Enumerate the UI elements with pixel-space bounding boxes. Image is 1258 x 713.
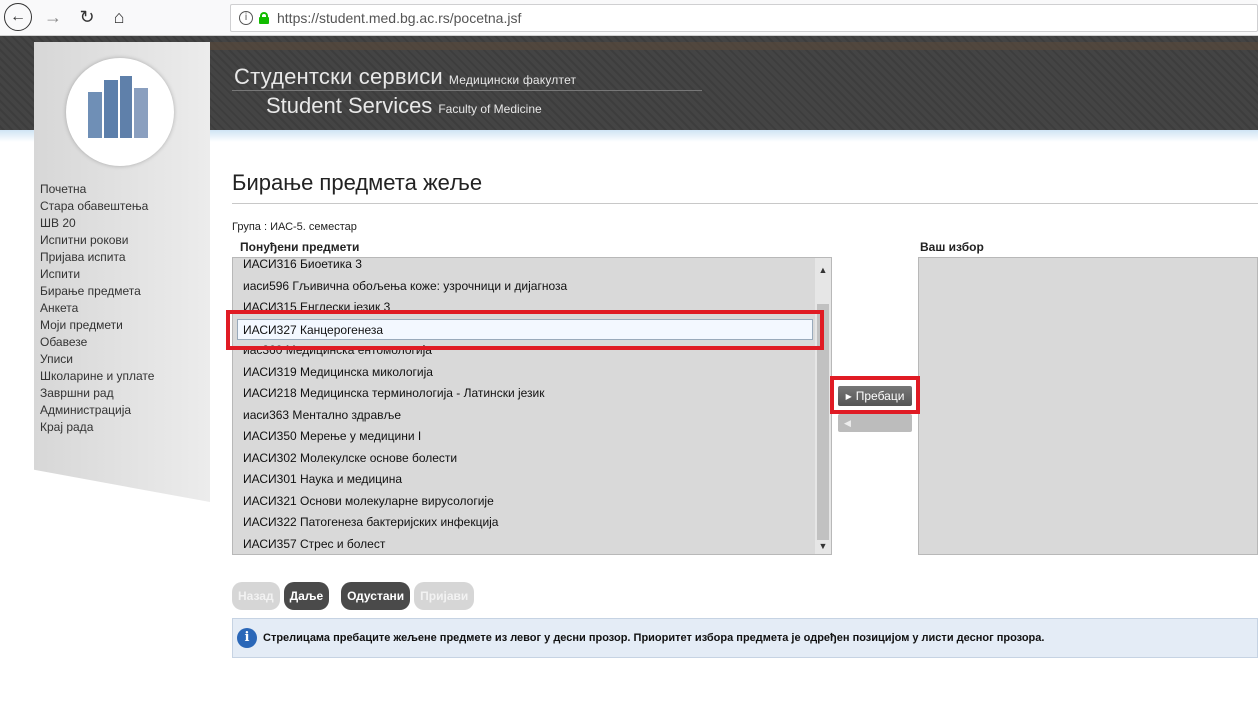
title-latin-sub: Faculty of Medicine [438,102,542,116]
sidebar-item-thesis[interactable]: Завршни рад [40,385,154,402]
title-cyrillic-sub: Медицински факултет [448,73,577,87]
back-button[interactable]: Назад [232,582,280,610]
wizard-buttons: Назад Даље Одустани Пријави [232,582,475,610]
selected-courses-list[interactable] [918,257,1258,555]
your-choice-label: Ваш избор [920,240,984,254]
logo-building-left [88,92,102,138]
list-item[interactable]: ИАСИ321 Основи молекуларне вирусологије [233,491,817,513]
sidebar-item-home[interactable]: Почетна [40,181,154,198]
list-item[interactable]: ИАСИ301 Наука и медицина [233,469,817,491]
offered-courses-label: Понуђени предмети [240,240,360,254]
logo-building-tower [120,76,132,138]
logo-building-center [104,80,118,138]
address-bar[interactable]: i https://student.med.bg.ac.rs/pocetna.j… [230,4,1258,32]
info-text: Стрелицама пребаците жељене предмете из … [263,632,1045,644]
sidebar-item-exam-registration[interactable]: Пријава испита [40,249,154,266]
site-title-cyrillic: Студентски сервиси Медицински факултет [234,64,576,90]
sidebar-item-sv20[interactable]: ШВ 20 [40,215,154,232]
highlight-selected-course [226,310,824,350]
list-scrollbar[interactable]: ▲ ▼ [815,258,831,554]
list-item[interactable]: иаси596 Гљивична обољења коже: узрочници… [233,276,817,298]
info-icon: i [237,628,257,648]
page-title: Бирање предмета жеље [232,170,483,195]
sidebar-item-survey[interactable]: Анкета [40,300,154,317]
title-latin-main: Student Services [266,93,433,118]
list-item[interactable]: иаси363 Ментално здравље [233,405,817,427]
scroll-up-icon[interactable]: ▲ [815,262,831,278]
sidebar-item-my-courses[interactable]: Моји предмети [40,317,154,334]
sidebar-item-exams[interactable]: Испити [40,266,154,283]
sidebar-item-obligations[interactable]: Обавезе [40,334,154,351]
sidebar-item-enrollments[interactable]: Уписи [40,351,154,368]
info-message: i Стрелицама пребаците жељене предмете и… [232,618,1258,658]
list-item[interactable]: ИАСИ357 Стрес и болест [233,534,817,555]
sidebar-item-tuition[interactable]: Школарине и уплате [40,368,154,385]
transfer-back-button[interactable]: ◀ [838,414,912,432]
group-label: Група : ИАС-5. семестар [232,221,357,233]
reload-icon[interactable]: ↻ [76,4,98,30]
lock-icon [259,12,269,24]
browser-toolbar: ← → ↻ ⌂ i https://student.med.bg.ac.rs/p… [0,0,1258,36]
submit-button[interactable]: Пријави [414,582,475,610]
faculty-logo [66,58,174,166]
list-item[interactable]: ИАСИ218 Медицинска терминологија - Латин… [233,383,817,405]
list-item[interactable]: ИАСИ350 Мерење у медицини I [233,426,817,448]
forward-arrow-icon[interactable]: → [42,4,64,30]
site-info-icon[interactable]: i [239,11,253,25]
scroll-down-icon[interactable]: ▼ [815,538,831,554]
logo-building-right [134,88,148,138]
sidebar-item-course-selection[interactable]: Бирање предмета [40,283,154,300]
sidebar-item-old-notices[interactable]: Стара обавештења [40,198,154,215]
offered-courses-list[interactable]: ИАСИ316 Биоетика 3 иаси596 Гљивична обоље… [232,257,832,555]
url-text[interactable]: https://student.med.bg.ac.rs/pocetna.jsf [277,10,521,26]
header-divider [232,90,702,91]
arrow-left-icon: ◀ [844,418,851,428]
home-icon[interactable]: ⌂ [108,4,130,30]
highlight-transfer-button [830,376,920,414]
sidebar-menu: Почетна Стара обавештења ШВ 20 Испитни р… [40,181,154,436]
offered-courses-items: ИАСИ316 Биоетика 3 иаси596 Гљивична обоље… [233,258,817,555]
list-item[interactable]: ИАСИ322 Патогенеза бактеријских инфекциј… [233,512,817,534]
list-item[interactable]: ИАСИ319 Медицинска микологија [233,362,817,384]
title-divider [232,203,1258,204]
header-accent-line [210,42,1258,50]
next-button[interactable]: Даље [283,582,330,610]
sidebar-item-administration[interactable]: Администрација [40,402,154,419]
sidebar-item-exam-periods[interactable]: Испитни рокови [40,232,154,249]
site-title-latin: Student Services Faculty of Medicine [266,93,542,119]
sidebar-item-logout[interactable]: Крај рада [40,419,154,436]
list-item[interactable]: ИАСИ302 Молекулске основе болести [233,448,817,470]
title-cyrillic-main: Студентски сервиси [234,64,443,89]
back-arrow-icon[interactable]: ← [4,3,32,31]
list-item[interactable]: ИАСИ316 Биоетика 3 [233,258,817,276]
cancel-button[interactable]: Одустани [341,582,411,610]
